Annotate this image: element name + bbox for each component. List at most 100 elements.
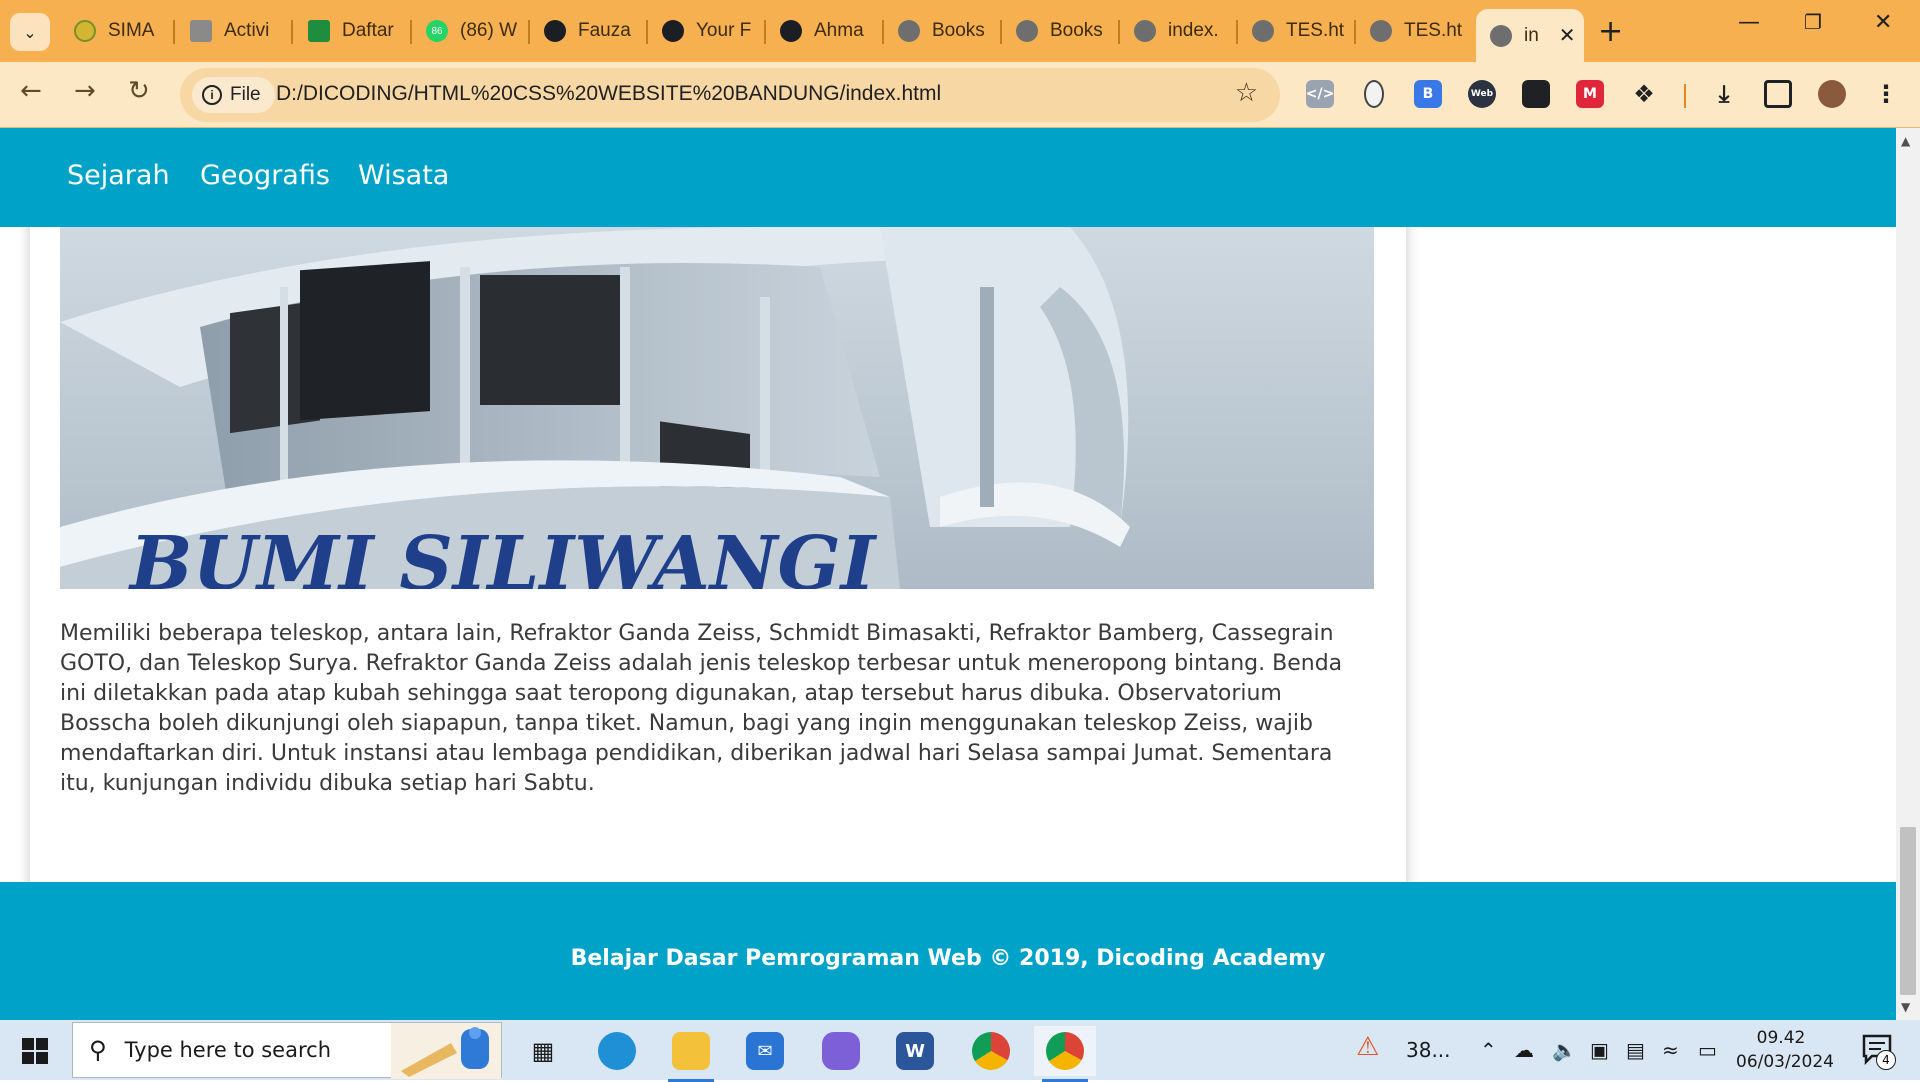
battery-icon[interactable]: ▭ bbox=[1698, 1038, 1717, 1062]
task-view-icon: ▦ bbox=[531, 1037, 555, 1065]
tab-books-2[interactable]: Books bbox=[1006, 12, 1118, 50]
side-panel-icon[interactable] bbox=[1764, 80, 1792, 108]
tab-separator bbox=[1000, 20, 1002, 44]
translate-extension-icon[interactable]: B bbox=[1414, 80, 1442, 108]
onedrive-icon[interactable]: ☁ bbox=[1514, 1038, 1534, 1062]
bosscha-building-image: BUMI SILIWANGI bbox=[60, 227, 1374, 589]
clock-date: 06/03/2024 bbox=[1736, 1052, 1834, 1072]
taskbar-copilot[interactable] bbox=[810, 1026, 872, 1076]
url-text[interactable]: D:/DICODING/HTML%20CSS%20WEBSITE%20BANDU… bbox=[276, 82, 941, 106]
web-extension-icon[interactable]: Web bbox=[1468, 80, 1496, 108]
github-icon bbox=[780, 20, 802, 42]
reload-icon[interactable]: ↻ bbox=[128, 76, 150, 106]
whatsapp-icon: 86 bbox=[426, 20, 448, 42]
tab-index[interactable]: index. bbox=[1124, 12, 1236, 50]
download-icon[interactable]: ⤓ bbox=[1710, 80, 1738, 108]
weather-alert-icon[interactable]: ⚠ bbox=[1356, 1032, 1379, 1062]
classroom-icon bbox=[308, 20, 330, 42]
record-extension-icon[interactable] bbox=[1364, 80, 1384, 108]
meet-now-icon[interactable]: ▣ bbox=[1590, 1038, 1609, 1062]
tab-tes-2[interactable]: TES.ht bbox=[1360, 12, 1472, 50]
scrollbar-thumb[interactable] bbox=[1900, 827, 1916, 995]
search-icon: ⚲ bbox=[89, 1036, 107, 1064]
back-icon[interactable]: ← bbox=[20, 76, 42, 106]
site-navbar: Sejarah Geografis Wisata bbox=[0, 128, 1896, 227]
tab-separator bbox=[291, 20, 293, 44]
sima-icon bbox=[74, 20, 96, 42]
gamepad-extension-icon[interactable] bbox=[1522, 80, 1550, 108]
chrome-icon bbox=[972, 1032, 1010, 1070]
system-clock[interactable]: 09.42 06/03/2024 bbox=[1736, 1026, 1834, 1074]
word-icon: W bbox=[896, 1032, 934, 1070]
nav-link-wisata[interactable]: Wisata bbox=[358, 160, 449, 191]
tab-whatsapp[interactable]: 86 (86) W bbox=[416, 12, 528, 50]
mendeley-extension-icon[interactable]: M bbox=[1576, 80, 1604, 108]
tab-sima[interactable]: SIMA bbox=[64, 12, 168, 50]
globe-icon bbox=[898, 20, 920, 42]
windows-taskbar: ⚲ Type here to search ▦ ✉ W ⚠ 38... ⌃ ☁ … bbox=[0, 1020, 1920, 1082]
mail-icon: ✉ bbox=[746, 1032, 784, 1070]
weather-temperature[interactable]: 38... bbox=[1406, 1038, 1451, 1062]
code-extension-icon[interactable]: </> bbox=[1306, 80, 1334, 108]
tab-activity[interactable]: Activi bbox=[180, 12, 292, 50]
tab-separator bbox=[173, 20, 175, 44]
tab-daftar[interactable]: Daftar bbox=[298, 12, 410, 50]
windows-start-icon[interactable] bbox=[22, 1038, 48, 1064]
profile-avatar[interactable] bbox=[1818, 80, 1846, 108]
scroll-down-arrow-icon[interactable]: ▼ bbox=[1901, 1000, 1910, 1014]
globe-icon bbox=[1134, 20, 1156, 42]
building-sign-text: BUMI SILIWANGI bbox=[128, 521, 878, 589]
minimize-icon[interactable]: — bbox=[1738, 10, 1760, 35]
tab-separator bbox=[882, 20, 884, 44]
tab-github-your[interactable]: Your F bbox=[652, 12, 764, 50]
tab-separator bbox=[528, 20, 530, 44]
restore-icon[interactable]: ❐ bbox=[1804, 10, 1822, 34]
taskbar-chrome-1[interactable] bbox=[960, 1026, 1022, 1076]
bookmark-star-icon[interactable]: ☆ bbox=[1235, 78, 1258, 108]
new-tab-button[interactable]: + bbox=[1598, 14, 1623, 49]
tab-tes-1[interactable]: TES.ht bbox=[1242, 12, 1354, 50]
tab-search-button[interactable]: ⌄ bbox=[10, 13, 50, 51]
search-placeholder: Type here to search bbox=[124, 1038, 331, 1062]
puzzle-extensions-icon[interactable]: ❖ bbox=[1630, 80, 1658, 108]
globe-icon bbox=[1016, 20, 1038, 42]
menu-kebab-icon[interactable]: ⋮ bbox=[1872, 80, 1900, 108]
page-viewport: BUMI SILIWANGI Memiliki beberapa telesko… bbox=[0, 128, 1896, 1020]
wifi-icon[interactable]: ≈ bbox=[1662, 1038, 1679, 1062]
tab-github-fauzan[interactable]: Fauza bbox=[534, 12, 646, 50]
github-icon bbox=[544, 20, 566, 42]
taskbar-file-explorer[interactable] bbox=[660, 1026, 722, 1082]
taskbar-chrome-2[interactable] bbox=[1034, 1026, 1096, 1082]
taskbar-word[interactable]: W bbox=[884, 1026, 946, 1076]
edge-icon bbox=[598, 1032, 636, 1070]
taskbar-edge[interactable] bbox=[586, 1026, 648, 1076]
forward-icon[interactable]: → bbox=[74, 76, 96, 106]
tab-active-index[interactable]: in ✕ bbox=[1476, 9, 1584, 62]
site-footer: Belajar Dasar Pemrograman Web © 2019, Di… bbox=[0, 882, 1896, 1020]
taskbar-search-box[interactable]: ⚲ Type here to search bbox=[72, 1022, 502, 1079]
nav-link-geografis[interactable]: Geografis bbox=[200, 160, 330, 191]
tab-github-ahmad[interactable]: Ahma bbox=[770, 12, 882, 50]
clock-time: 09.42 bbox=[1756, 1028, 1806, 1048]
close-window-icon[interactable]: ✕ bbox=[1874, 10, 1892, 35]
globe-icon bbox=[1252, 20, 1274, 42]
nav-link-sejarah[interactable]: Sejarah bbox=[67, 160, 170, 191]
volume-icon[interactable]: 🔈 bbox=[1552, 1038, 1577, 1062]
search-highlight-illustration bbox=[391, 1023, 501, 1079]
task-view-button[interactable]: ▦ bbox=[512, 1026, 574, 1076]
site-info-chip[interactable]: i File bbox=[192, 77, 275, 113]
scroll-up-arrow-icon[interactable]: ▲ bbox=[1901, 134, 1910, 148]
display-icon[interactable]: ▤ bbox=[1626, 1038, 1645, 1062]
address-bar[interactable]: i File D:/DICODING/HTML%20CSS%20WEBSITE%… bbox=[180, 68, 1280, 122]
close-icon[interactable]: ✕ bbox=[1559, 23, 1576, 48]
tab-books-1[interactable]: Books bbox=[888, 12, 1000, 50]
tab-separator bbox=[410, 20, 412, 44]
browser-toolbar: ← → ↻ i File D:/DICODING/HTML%20CSS%20WE… bbox=[0, 62, 1920, 128]
chevron-up-icon[interactable]: ⌃ bbox=[1480, 1038, 1497, 1062]
taskbar-mail[interactable]: ✉ bbox=[734, 1026, 796, 1076]
notification-count-badge: 4 bbox=[1876, 1050, 1896, 1070]
tab-separator bbox=[1354, 20, 1356, 44]
page-scrollbar[interactable]: ▲ ▼ bbox=[1896, 128, 1920, 1020]
globe-icon bbox=[1370, 20, 1392, 42]
tab-separator bbox=[1236, 20, 1238, 44]
